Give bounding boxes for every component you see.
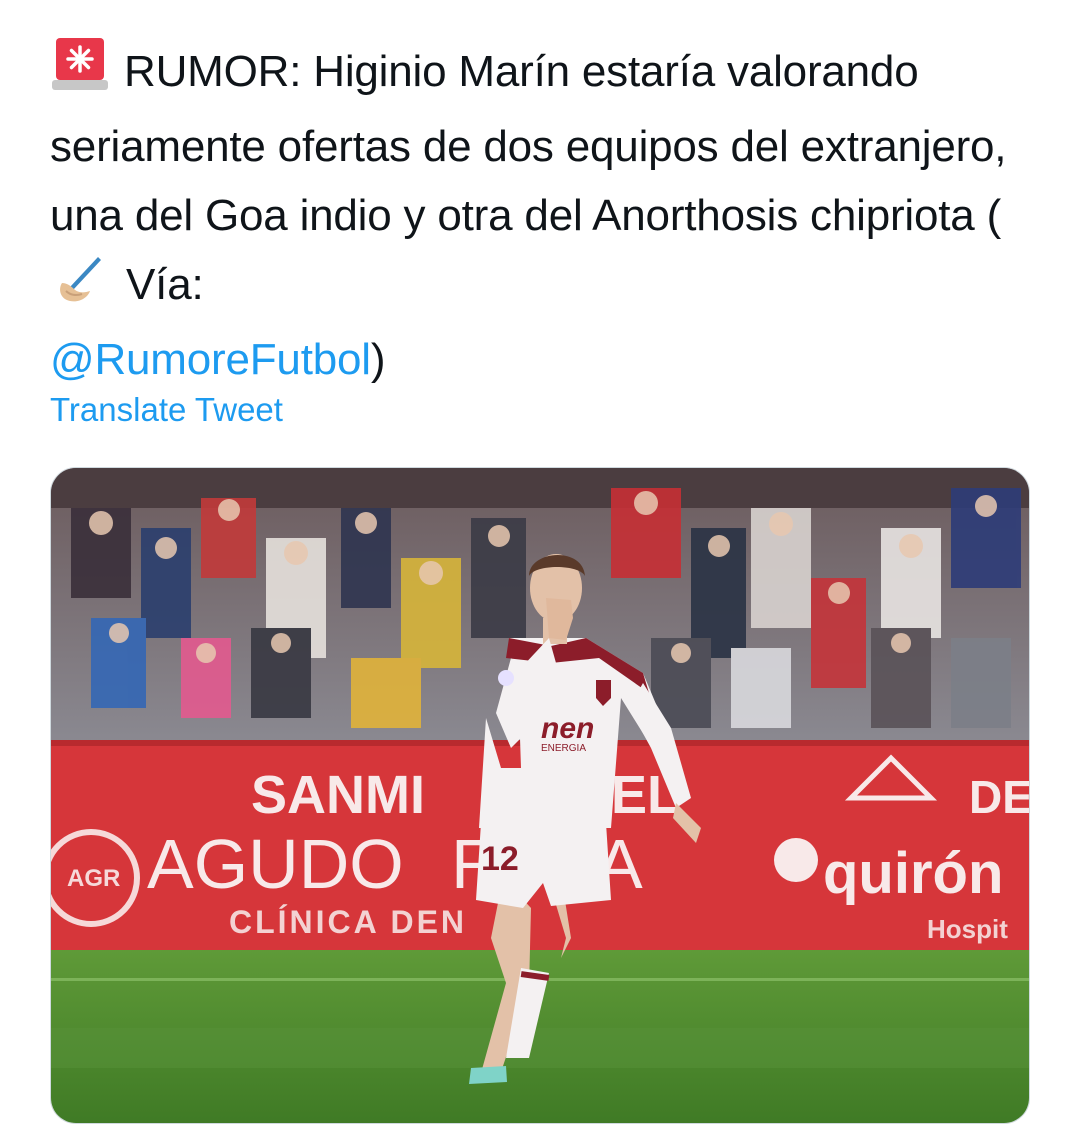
tweet-via: Vía: — [114, 260, 204, 309]
jersey-sponsor: nen — [541, 712, 594, 745]
jersey-sponsor-sub: ENERGIA — [541, 743, 586, 754]
ad-de: DE — [969, 771, 1030, 823]
ad-sanmiguel: SANMI — [251, 765, 425, 825]
ad-quiron: quirón — [823, 841, 1003, 906]
ad-agudo: AGUDO — [147, 825, 404, 903]
rotating-light-icon — [50, 36, 110, 112]
photo-illustration: AGR SANMI EL AGUDO R A CLÍNICA DEN DE qu… — [51, 468, 1030, 1123]
agr-logo-text: AGR — [67, 865, 120, 892]
tweet-text: RUMOR: Higinio Marín estaría valorando s… — [50, 36, 1040, 394]
ad-clinica: CLÍNICA DEN — [229, 904, 467, 940]
writing-hand-icon — [54, 253, 106, 325]
ad-hospital: Hospit — [927, 914, 1008, 944]
translate-tweet-link[interactable]: Translate Tweet — [50, 391, 283, 429]
shorts-number: 12 — [481, 840, 519, 878]
mention-link[interactable]: @RumoreFutbol — [50, 335, 371, 384]
tweet-photo[interactable]: AGR SANMI EL AGUDO R A CLÍNICA DEN DE qu… — [50, 467, 1030, 1124]
tweet-close-paren: ) — [370, 335, 386, 384]
tweet-body: RUMOR: Higinio Marín estaría valorando s… — [50, 47, 1007, 240]
